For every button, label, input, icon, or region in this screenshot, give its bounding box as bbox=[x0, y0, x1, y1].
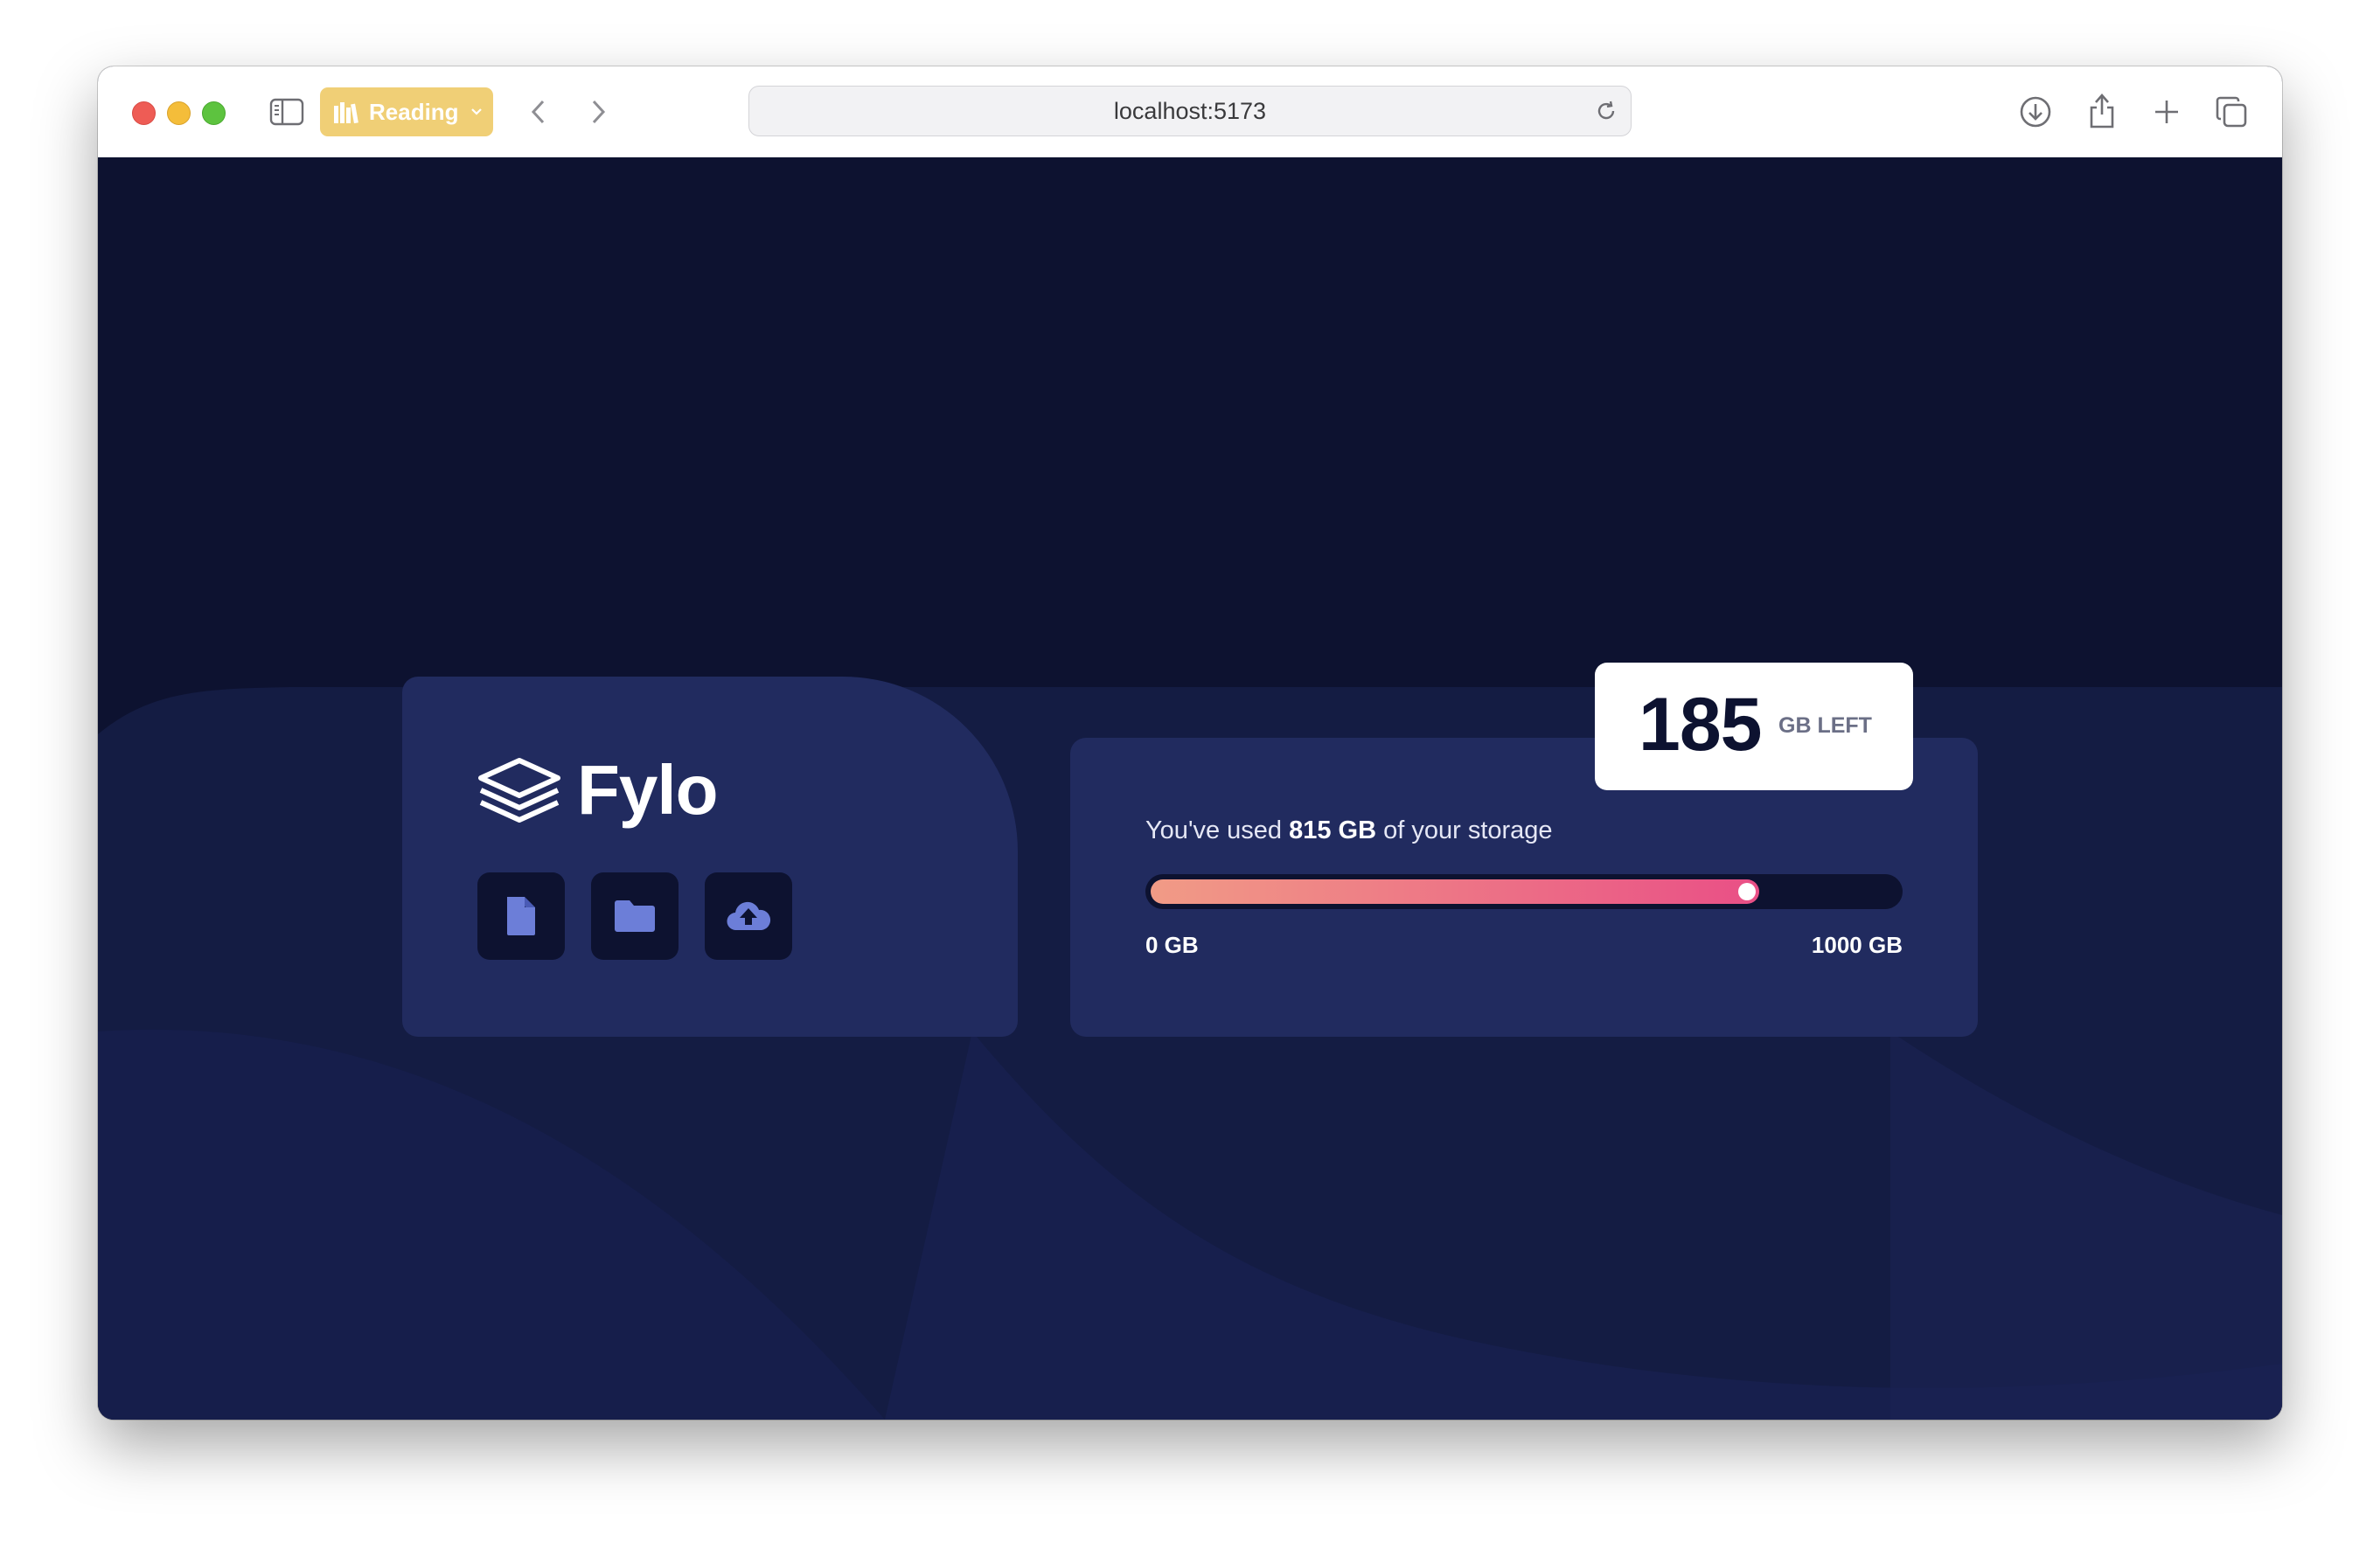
usage-text: You've used 815 GB of your storage bbox=[1145, 816, 1553, 845]
back-icon[interactable] bbox=[523, 96, 554, 128]
share-icon[interactable] bbox=[2084, 91, 2119, 129]
url-text: localhost:5173 bbox=[1113, 97, 1267, 124]
range-max-label: 1000 GB bbox=[1811, 932, 1903, 958]
folder-icon bbox=[612, 898, 658, 934]
reload-icon[interactable] bbox=[1594, 99, 1618, 123]
forward-icon[interactable] bbox=[582, 96, 614, 128]
folder-button[interactable] bbox=[591, 872, 679, 960]
upload-icon bbox=[725, 899, 772, 934]
document-icon bbox=[505, 894, 538, 938]
storage-progress-bar bbox=[1145, 874, 1903, 909]
usage-suffix: of your storage bbox=[1376, 816, 1553, 844]
page-content: Fylo You've used 815 GB of your storage … bbox=[98, 157, 2282, 1420]
new-tab-icon[interactable] bbox=[2149, 94, 2184, 129]
usage-amount: 815 GB bbox=[1289, 816, 1377, 844]
address-bar[interactable]: localhost:5173 bbox=[748, 86, 1632, 136]
browser-window: Reading localhost:5173 Fylo You've used … bbox=[98, 66, 2282, 1420]
storage-progress-fill bbox=[1151, 879, 1759, 904]
remaining-storage-callout: 185 GB LEFT bbox=[1595, 663, 1913, 790]
storage-progress-knob bbox=[1738, 883, 1756, 900]
tab-overview-icon[interactable] bbox=[2214, 94, 2249, 129]
reading-icon bbox=[332, 99, 360, 125]
brand: Fylo bbox=[477, 750, 718, 830]
brand-name: Fylo bbox=[577, 751, 718, 829]
close-window-button[interactable] bbox=[132, 101, 156, 125]
upload-button[interactable] bbox=[705, 872, 792, 960]
reading-label: Reading bbox=[369, 98, 459, 125]
zoom-window-button[interactable] bbox=[202, 101, 226, 125]
remaining-unit: GB LEFT bbox=[1778, 713, 1872, 738]
browser-toolbar: Reading localhost:5173 bbox=[98, 66, 2282, 158]
chevron-down-icon bbox=[470, 107, 484, 117]
sidebar-toggle-icon[interactable] bbox=[269, 96, 304, 128]
brand-card: Fylo bbox=[402, 677, 1018, 1037]
downloads-icon[interactable] bbox=[2018, 94, 2053, 129]
fylo-logo-icon bbox=[477, 757, 561, 823]
remaining-number: 185 bbox=[1639, 683, 1762, 767]
minimize-window-button[interactable] bbox=[167, 101, 191, 125]
document-button[interactable] bbox=[477, 872, 565, 960]
usage-prefix: You've used bbox=[1145, 816, 1290, 844]
reading-list-button[interactable]: Reading bbox=[320, 87, 493, 136]
range-min-label: 0 GB bbox=[1145, 932, 1199, 958]
